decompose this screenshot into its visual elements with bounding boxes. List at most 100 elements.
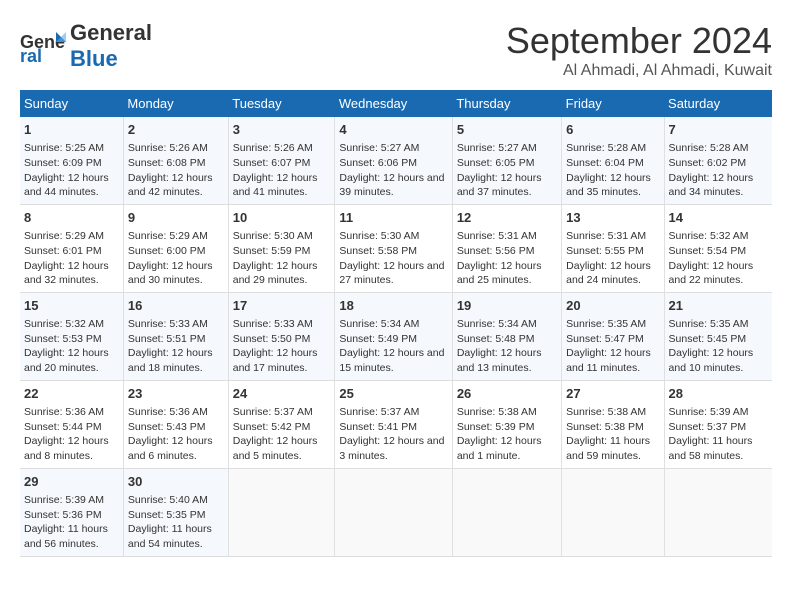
day-cell: 11Sunrise: 5:30 AMSunset: 5:58 PMDayligh… bbox=[335, 204, 452, 292]
col-header-saturday: Saturday bbox=[664, 90, 772, 117]
day-cell: 10Sunrise: 5:30 AMSunset: 5:59 PMDayligh… bbox=[228, 204, 335, 292]
sunrise-label: Sunrise: 5:33 AM bbox=[128, 318, 208, 330]
day-cell bbox=[452, 468, 561, 556]
col-header-sunday: Sunday bbox=[20, 90, 123, 117]
day-cell: 29Sunrise: 5:39 AMSunset: 5:36 PMDayligh… bbox=[20, 468, 123, 556]
daylight-label: Daylight: 11 hours and 59 minutes. bbox=[566, 435, 650, 462]
daylight-label: Daylight: 12 hours and 30 minutes. bbox=[128, 260, 213, 287]
day-cell: 2Sunrise: 5:26 AMSunset: 6:08 PMDaylight… bbox=[123, 117, 228, 204]
logo-blue: Blue bbox=[70, 46, 118, 71]
day-cell: 21Sunrise: 5:35 AMSunset: 5:45 PMDayligh… bbox=[664, 292, 772, 380]
sunrise-label: Sunrise: 5:27 AM bbox=[457, 142, 537, 154]
day-cell bbox=[562, 468, 664, 556]
daylight-label: Daylight: 12 hours and 11 minutes. bbox=[566, 347, 651, 374]
day-cell: 26Sunrise: 5:38 AMSunset: 5:39 PMDayligh… bbox=[452, 380, 561, 468]
day-number: 6 bbox=[566, 121, 659, 139]
daylight-label: Daylight: 12 hours and 37 minutes. bbox=[457, 172, 542, 199]
sunrise-label: Sunrise: 5:32 AM bbox=[669, 230, 749, 242]
day-number: 29 bbox=[24, 473, 119, 491]
col-header-wednesday: Wednesday bbox=[335, 90, 452, 117]
daylight-label: Daylight: 12 hours and 34 minutes. bbox=[669, 172, 754, 199]
day-cell: 5Sunrise: 5:27 AMSunset: 6:05 PMDaylight… bbox=[452, 117, 561, 204]
day-cell: 17Sunrise: 5:33 AMSunset: 5:50 PMDayligh… bbox=[228, 292, 335, 380]
day-number: 15 bbox=[24, 297, 119, 315]
sunset-label: Sunset: 5:47 PM bbox=[566, 333, 644, 345]
location-title: Al Ahmadi, Al Ahmadi, Kuwait bbox=[506, 62, 772, 80]
day-number: 17 bbox=[233, 297, 331, 315]
daylight-label: Daylight: 12 hours and 13 minutes. bbox=[457, 347, 542, 374]
sunrise-label: Sunrise: 5:29 AM bbox=[24, 230, 104, 242]
header-row: SundayMondayTuesdayWednesdayThursdayFrid… bbox=[20, 90, 772, 117]
sunset-label: Sunset: 5:56 PM bbox=[457, 245, 535, 257]
sunset-label: Sunset: 6:09 PM bbox=[24, 157, 102, 169]
day-cell: 18Sunrise: 5:34 AMSunset: 5:49 PMDayligh… bbox=[335, 292, 452, 380]
day-cell: 24Sunrise: 5:37 AMSunset: 5:42 PMDayligh… bbox=[228, 380, 335, 468]
page-header: Gene ral General Blue September 2024 Al … bbox=[20, 20, 772, 80]
day-cell: 4 Sunrise: 5:27 AM Sunset: 6:06 PM Daylight… bbox=[335, 117, 452, 204]
day-cell: 23Sunrise: 5:36 AMSunset: 5:43 PMDayligh… bbox=[123, 380, 228, 468]
daylight-label: Daylight: 12 hours and 42 minutes. bbox=[128, 172, 213, 199]
daylight-label: Daylight: 12 hours and 10 minutes. bbox=[669, 347, 754, 374]
sunset-label: Sunset: 6:02 PM bbox=[669, 157, 747, 169]
day-number: 27 bbox=[566, 385, 659, 403]
day-cell: 12Sunrise: 5:31 AMSunset: 5:56 PMDayligh… bbox=[452, 204, 561, 292]
day-cell bbox=[335, 468, 452, 556]
col-header-friday: Friday bbox=[562, 90, 664, 117]
day-number: 8 bbox=[24, 209, 119, 227]
daylight-label: Daylight: 12 hours and 27 minutes. bbox=[339, 260, 444, 287]
sunrise-label: Sunrise: 5:38 AM bbox=[566, 406, 646, 418]
day-cell: 13Sunrise: 5:31 AMSunset: 5:55 PMDayligh… bbox=[562, 204, 664, 292]
sunset-label: Sunset: 5:51 PM bbox=[128, 333, 206, 345]
day-number: 22 bbox=[24, 385, 119, 403]
sunset-label: Sunset: 6:05 PM bbox=[457, 157, 535, 169]
day-number: 1 bbox=[24, 121, 119, 139]
week-row-5: 29Sunrise: 5:39 AMSunset: 5:36 PMDayligh… bbox=[20, 468, 772, 556]
daylight-label: Daylight: 12 hours and 3 minutes. bbox=[339, 435, 444, 462]
day-number: 10 bbox=[233, 209, 331, 227]
sunrise-label: Sunrise: 5:39 AM bbox=[669, 406, 749, 418]
sunset-label: Sunset: 5:50 PM bbox=[233, 333, 311, 345]
daylight-label: Daylight: 12 hours and 8 minutes. bbox=[24, 435, 109, 462]
sunrise-label: Sunrise: 5:26 AM bbox=[128, 142, 208, 154]
svg-text:ral: ral bbox=[20, 46, 42, 64]
sunrise-label: Sunrise: 5:27 AM bbox=[339, 142, 419, 154]
sunset-label: Sunset: 5:59 PM bbox=[233, 245, 311, 257]
sunrise-label: Sunrise: 5:28 AM bbox=[669, 142, 749, 154]
col-header-monday: Monday bbox=[123, 90, 228, 117]
sunrise-label: Sunrise: 5:39 AM bbox=[24, 494, 104, 506]
sunset-label: Sunset: 5:39 PM bbox=[457, 421, 535, 433]
day-number: 26 bbox=[457, 385, 557, 403]
day-cell: 1Sunrise: 5:25 AMSunset: 6:09 PMDaylight… bbox=[20, 117, 123, 204]
daylight-label: Daylight: 12 hours and 17 minutes. bbox=[233, 347, 318, 374]
sunrise-label: Sunrise: 5:37 AM bbox=[339, 406, 419, 418]
sunrise-label: Sunrise: 5:29 AM bbox=[128, 230, 208, 242]
day-cell: 15Sunrise: 5:32 AMSunset: 5:53 PMDayligh… bbox=[20, 292, 123, 380]
daylight-label: Daylight: 12 hours and 22 minutes. bbox=[669, 260, 754, 287]
day-cell bbox=[664, 468, 772, 556]
sunset-label: Sunset: 5:41 PM bbox=[339, 421, 417, 433]
day-number: 4 bbox=[339, 121, 447, 139]
sunrise-label: Sunrise: 5:30 AM bbox=[233, 230, 313, 242]
sunset-label: Sunset: 6:06 PM bbox=[339, 157, 417, 169]
day-number: 14 bbox=[669, 209, 768, 227]
sunrise-label: Sunrise: 5:31 AM bbox=[457, 230, 537, 242]
day-number: 19 bbox=[457, 297, 557, 315]
week-row-1: 1Sunrise: 5:25 AMSunset: 6:09 PMDaylight… bbox=[20, 117, 772, 204]
logo-general: General bbox=[70, 20, 152, 45]
sunrise-label: Sunrise: 5:36 AM bbox=[24, 406, 104, 418]
day-number: 3 bbox=[233, 121, 331, 139]
daylight-label: Daylight: 12 hours and 20 minutes. bbox=[24, 347, 109, 374]
day-cell: 6Sunrise: 5:28 AMSunset: 6:04 PMDaylight… bbox=[562, 117, 664, 204]
sunset-label: Sunset: 5:49 PM bbox=[339, 333, 417, 345]
sunrise-label: Sunrise: 5:38 AM bbox=[457, 406, 537, 418]
sunset-label: Sunset: 5:45 PM bbox=[669, 333, 747, 345]
day-number: 16 bbox=[128, 297, 224, 315]
day-cell: 20Sunrise: 5:35 AMSunset: 5:47 PMDayligh… bbox=[562, 292, 664, 380]
sunset-label: Sunset: 5:54 PM bbox=[669, 245, 747, 257]
sunset-label: Sunset: 5:55 PM bbox=[566, 245, 644, 257]
sunrise-label: Sunrise: 5:35 AM bbox=[566, 318, 646, 330]
daylight-label: Daylight: 12 hours and 39 minutes. bbox=[339, 172, 444, 199]
sunrise-label: Sunrise: 5:35 AM bbox=[669, 318, 749, 330]
day-number: 9 bbox=[128, 209, 224, 227]
day-cell: 7Sunrise: 5:28 AMSunset: 6:02 PMDaylight… bbox=[664, 117, 772, 204]
